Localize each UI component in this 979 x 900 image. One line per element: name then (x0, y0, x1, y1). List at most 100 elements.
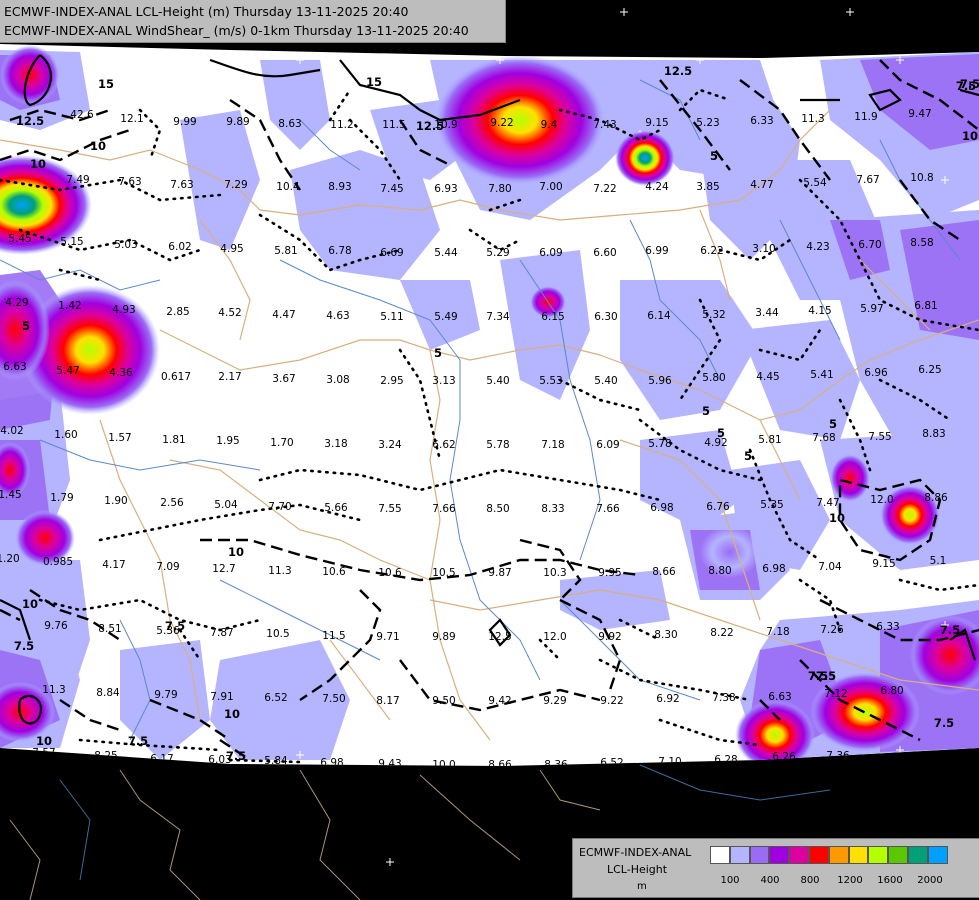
map-value: 8.50 (486, 503, 509, 515)
map-value: 9.50 (432, 695, 455, 707)
map-value: 9.79 (154, 689, 177, 701)
map-value: 5.41 (810, 369, 833, 381)
map-value: 6.70 (858, 239, 881, 251)
legend-swatches (710, 846, 948, 864)
map-value: 7.09 (156, 561, 179, 573)
map-value: 4.36 (109, 367, 133, 379)
map-value: 7.63 (118, 176, 141, 188)
map-value: 10.3 (543, 567, 566, 579)
map-value: 5.32 (702, 309, 725, 321)
map-value: 5.40 (486, 375, 509, 387)
map-value: 7.43 (593, 119, 616, 131)
map-value: 2.85 (166, 306, 189, 318)
map-value: 7.18 (766, 626, 789, 638)
map-value: 5.78 (648, 438, 671, 450)
contour-label: 10 (224, 707, 240, 721)
contour-label: 7.5 (940, 623, 960, 637)
map-value: 6.22 (700, 245, 723, 257)
map-value: 8.80 (708, 565, 731, 577)
contour-label: 12.5 (16, 114, 44, 128)
map-title-box: ECMWF-INDEX-ANAL LCL-Height (m) Thursday… (0, 0, 506, 43)
contour-label: 10 (30, 157, 46, 171)
contour-label: 15 (366, 75, 382, 89)
map-value: 10.6 (322, 566, 346, 578)
map-value: 1.60 (54, 429, 77, 441)
map-value: 12.1 (120, 113, 143, 125)
map-value: 7.50 (322, 693, 345, 705)
map-value: 4.47 (272, 309, 295, 321)
map-value: 6.96 (864, 367, 888, 379)
map-value: 5.66 (324, 502, 348, 514)
map-value: 4.52 (218, 307, 241, 319)
map-value: 7.67 (856, 174, 879, 186)
map-value: 5.15 (60, 236, 83, 248)
map-value: 4.15 (808, 305, 831, 317)
map-value: 7.55 (378, 503, 401, 515)
map-value: 6.14 (647, 310, 671, 322)
map-title-line-1: ECMWF-INDEX-ANAL LCL-Height (m) Thursday… (4, 4, 409, 19)
map-value: 1.90 (104, 495, 127, 507)
map-value: 5.81 (758, 434, 781, 446)
map-value: 7.45 (380, 183, 403, 195)
map-value: 9.4 (541, 119, 558, 131)
map-value: 0.985 (43, 556, 73, 568)
legend-parameter-label: LCL-Height (607, 863, 668, 876)
map-value: 0.617 (161, 371, 191, 383)
map-value: 6.02 (168, 241, 191, 253)
map-value: 3.18 (324, 438, 347, 450)
map-value: 5.45 (8, 233, 31, 245)
legend-tick-label: 1200 (837, 875, 863, 886)
legend-swatch (868, 846, 889, 864)
contour-label: 12.5 (416, 119, 444, 133)
map-value: 10.5 (432, 567, 455, 579)
map-value: 6.09 (596, 439, 619, 451)
map-value: 9.99 (173, 116, 196, 128)
map-value: 11.2 (330, 119, 353, 131)
map-value: 8.93 (328, 181, 351, 193)
map-value: 9.76 (44, 620, 68, 632)
legend-tick-label: 400 (760, 875, 780, 886)
map-value: 6.33 (876, 621, 899, 633)
map-value: 5.23 (696, 117, 719, 129)
map-value: 8.63 (278, 118, 301, 130)
map-value: 7.55 (868, 431, 891, 443)
map-value: 12.0 (543, 631, 566, 643)
map-value: 3.85 (696, 181, 719, 193)
map-value: 8.58 (910, 237, 933, 249)
map-value: 4.24 (645, 181, 669, 193)
map-value: 11.5 (382, 119, 405, 131)
contour-label: 5 (744, 449, 752, 463)
map-value: 12.0 (870, 494, 893, 506)
map-value: 6.30 (594, 311, 617, 323)
legend-swatch (848, 846, 869, 864)
map-value: 6.25 (918, 364, 941, 376)
legend-swatch (789, 846, 809, 864)
map-value: 6.81 (914, 300, 937, 312)
map-value: 9.89 (432, 631, 455, 643)
map-value: 5.29 (486, 247, 509, 259)
map-value: 5.96 (648, 375, 672, 387)
map-value: 1.79 (50, 492, 73, 504)
map-value: 6.62 (432, 439, 455, 451)
map-value: 9.95 (598, 567, 621, 579)
map-value: 1.70 (270, 437, 293, 449)
map-value: 5.40 (594, 375, 617, 387)
map-value: 5.53 (539, 375, 562, 387)
map-value: 1.81 (162, 434, 185, 446)
map-value: 4.93 (112, 304, 135, 316)
map-value: 7.91 (210, 691, 233, 703)
legend-swatch (769, 846, 790, 864)
map-value: 8.22 (710, 627, 733, 639)
map-value: 7.66 (596, 503, 620, 515)
contour-label: 5 (829, 417, 837, 431)
map-value: 11.5 (322, 630, 345, 642)
map-value: 7.47 (816, 497, 839, 509)
map-value: 7.70 (268, 501, 291, 513)
contour-label: 7.5 (960, 77, 979, 91)
map-value: 5.80 (702, 372, 725, 384)
map-value: 10.8 (910, 172, 933, 184)
legend-tick-label: 2000 (917, 875, 943, 886)
map-value: 5.1 (930, 555, 947, 567)
map-value: 9.29 (543, 695, 566, 707)
map-value: 7.49 (66, 174, 89, 186)
